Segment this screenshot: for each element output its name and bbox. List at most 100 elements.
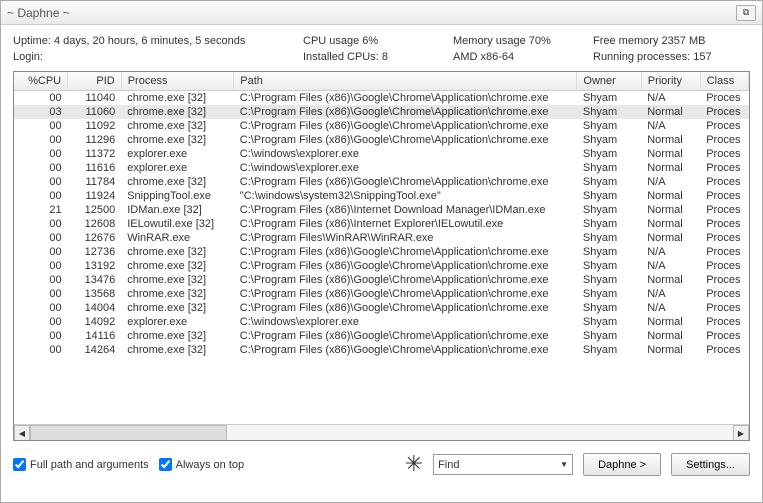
cell-cpu: 00 [14,231,68,245]
cell-priority: N/A [641,259,700,273]
cell-owner: Shyam [577,189,641,203]
cell-priority: Normal [641,203,700,217]
cell-owner: Shyam [577,147,641,161]
cell-process: chrome.exe [32] [121,133,234,147]
find-dropdown[interactable]: Find ▼ [433,454,573,475]
cell-pid: 12676 [68,231,122,245]
table-row[interactable]: 0014264chrome.exe [32]C:\Program Files (… [14,343,749,357]
table-row[interactable]: 0013192chrome.exe [32]C:\Program Files (… [14,259,749,273]
cell-cpu: 00 [14,343,68,357]
col-header-process[interactable]: Process [121,72,234,91]
cell-class: Proces [700,217,748,231]
cell-pid: 13476 [68,273,122,287]
cell-path: C:\Program Files (x86)\Google\Chrome\App… [234,119,577,133]
find-label: Find [438,459,560,471]
col-header-path[interactable]: Path [234,72,577,91]
table-row[interactable]: 0014004chrome.exe [32]C:\Program Files (… [14,301,749,315]
table-row[interactable]: 0011372explorer.exeC:\windows\explorer.e… [14,147,749,161]
cell-cpu: 00 [14,147,68,161]
window-title: ~ Daphne ~ [7,6,70,20]
table-row[interactable]: 2112500IDMan.exe [32]C:\Program Files (x… [14,203,749,217]
cell-class: Proces [700,343,748,357]
table-row[interactable]: 0012736chrome.exe [32]C:\Program Files (… [14,245,749,259]
cell-class: Proces [700,273,748,287]
cell-path: C:\Program Files (x86)\Internet Download… [234,203,577,217]
process-table-scroll[interactable]: %CPU PID Process Path Owner Priority Cla… [14,72,749,424]
cell-process: chrome.exe [32] [121,175,234,189]
cell-class: Proces [700,287,748,301]
table-row[interactable]: 0013476chrome.exe [32]C:\Program Files (… [14,273,749,287]
scroll-track[interactable] [30,425,733,441]
cell-class: Proces [700,329,748,343]
cell-pid: 14092 [68,315,122,329]
col-header-owner[interactable]: Owner [577,72,641,91]
cell-owner: Shyam [577,245,641,259]
alwaysontop-checkbox-wrap[interactable]: Always on top [159,458,244,471]
scroll-thumb[interactable] [30,425,227,441]
cell-path: C:\windows\explorer.exe [234,161,577,175]
cell-pid: 11092 [68,119,122,133]
table-row[interactable]: 0011040chrome.exe [32]C:\Program Files (… [14,91,749,106]
cell-class: Proces [700,245,748,259]
fullpath-checkbox-wrap[interactable]: Full path and arguments [13,458,149,471]
memory-usage-text: Memory usage 70% [453,33,593,49]
cell-cpu: 03 [14,105,68,119]
cell-owner: Shyam [577,203,641,217]
fullpath-checkbox[interactable] [13,458,26,471]
crosshair-icon[interactable]: ✳ [405,453,423,475]
cell-path: C:\Program Files (x86)\Google\Chrome\App… [234,175,577,189]
cell-owner: Shyam [577,161,641,175]
cell-priority: Normal [641,105,700,119]
table-row[interactable]: 0014092explorer.exeC:\windows\explorer.e… [14,315,749,329]
cell-owner: Shyam [577,287,641,301]
cell-path: C:\Program Files (x86)\Google\Chrome\App… [234,287,577,301]
cell-owner: Shyam [577,175,641,189]
chevron-down-icon: ▼ [560,460,568,469]
cell-process: SnippingTool.exe [121,189,234,203]
table-row[interactable]: 0011092chrome.exe [32]C:\Program Files (… [14,119,749,133]
table-row[interactable]: 0311060chrome.exe [32]C:\Program Files (… [14,105,749,119]
bottom-toolbar: Full path and arguments Always on top ✳ … [1,445,762,484]
cell-process: explorer.exe [121,147,234,161]
installed-cpus-text: Installed CPUs: 8 [303,49,453,65]
cell-priority: N/A [641,119,700,133]
alwaysontop-checkbox[interactable] [159,458,172,471]
table-row[interactable]: 0011784chrome.exe [32]C:\Program Files (… [14,175,749,189]
cell-pid: 11296 [68,133,122,147]
table-row[interactable]: 0011924SnippingTool.exe"C:\windows\syste… [14,189,749,203]
cell-process: chrome.exe [32] [121,105,234,119]
scroll-left-arrow-icon[interactable]: ◀ [14,425,30,441]
cell-class: Proces [700,203,748,217]
cell-process: chrome.exe [32] [121,329,234,343]
table-row[interactable]: 0011616explorer.exeC:\windows\explorer.e… [14,161,749,175]
cell-path: C:\windows\explorer.exe [234,315,577,329]
close-button[interactable]: ⧉ [736,5,756,21]
cell-process: chrome.exe [32] [121,259,234,273]
cpu-arch-text: AMD x86-64 [453,49,593,65]
cell-process: chrome.exe [32] [121,343,234,357]
login-text: Login: [13,49,303,65]
cell-pid: 11924 [68,189,122,203]
cpu-usage-text: CPU usage 6% [303,33,453,49]
cell-priority: Normal [641,231,700,245]
cell-class: Proces [700,259,748,273]
table-row[interactable]: 0013568chrome.exe [32]C:\Program Files (… [14,287,749,301]
table-row[interactable]: 0011296chrome.exe [32]C:\Program Files (… [14,133,749,147]
col-header-priority[interactable]: Priority [641,72,700,91]
horizontal-scrollbar[interactable]: ◀ ▶ [14,424,749,441]
cell-path: "C:\windows\system32\SnippingTool.exe" [234,189,577,203]
scroll-right-arrow-icon[interactable]: ▶ [733,425,749,441]
table-row[interactable]: 0012608IELowutil.exe [32]C:\Program File… [14,217,749,231]
table-header-row: %CPU PID Process Path Owner Priority Cla… [14,72,749,91]
col-header-pid[interactable]: PID [68,72,122,91]
cell-cpu: 00 [14,217,68,231]
daphne-button[interactable]: Daphne > [583,453,661,476]
cell-owner: Shyam [577,133,641,147]
cell-path: C:\Program Files (x86)\Google\Chrome\App… [234,105,577,119]
col-header-cpu[interactable]: %CPU [14,72,68,91]
table-row[interactable]: 0014116chrome.exe [32]C:\Program Files (… [14,329,749,343]
cell-owner: Shyam [577,119,641,133]
table-row[interactable]: 0012676WinRAR.exeC:\Program Files\WinRAR… [14,231,749,245]
settings-button[interactable]: Settings... [671,453,750,476]
col-header-class[interactable]: Class [700,72,748,91]
